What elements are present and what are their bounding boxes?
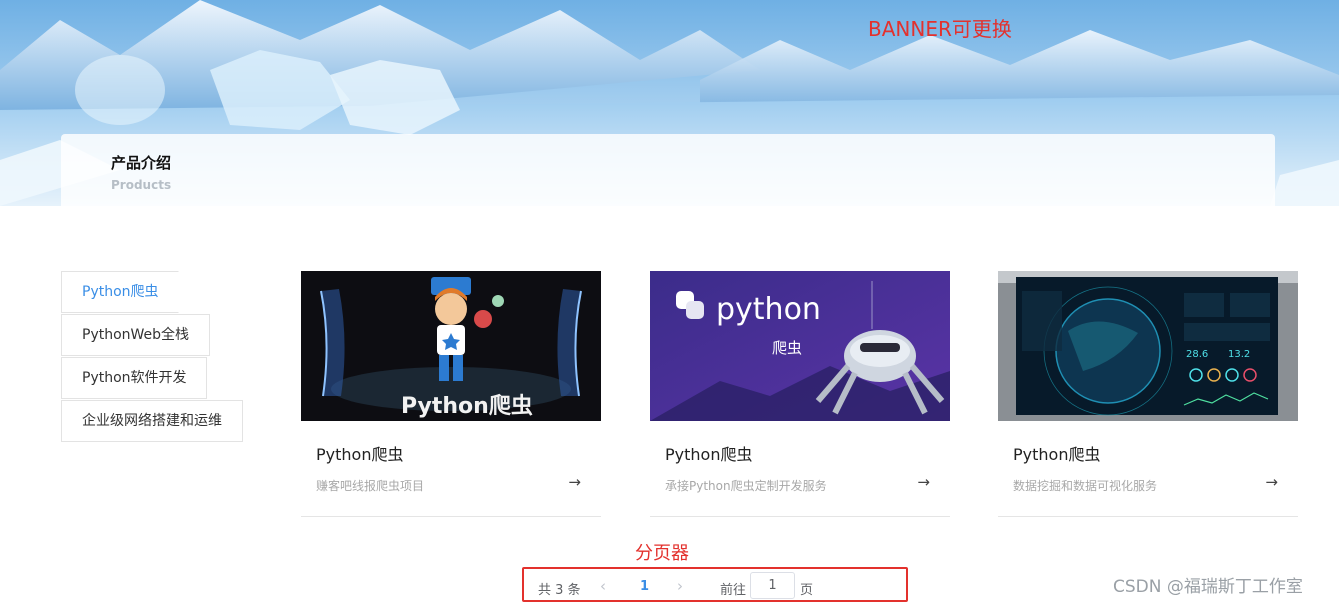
watermark: CSDN @福瑞斯丁工作室 xyxy=(1113,577,1303,597)
sidebar-item-python-web[interactable]: PythonWeb全栈 xyxy=(61,314,210,356)
page-label: 页 xyxy=(800,583,814,598)
banner-note: BANNER可更换 xyxy=(868,17,1012,41)
product-desc: 赚客吧线报爬虫项目 xyxy=(316,479,425,493)
sidebar-item-python-software[interactable]: Python软件开发 xyxy=(61,357,207,399)
product-desc: 数据挖掘和数据可视化服务 xyxy=(1013,479,1158,493)
pagination: 共 3 条 ‹ 1 › 前往 页 xyxy=(522,567,908,602)
arrow-right-icon[interactable]: → xyxy=(917,473,930,491)
product-image-subtext: 爬虫 xyxy=(772,339,802,357)
sidebar-item-python-spider[interactable]: Python爬虫 xyxy=(61,271,179,313)
sidebar-item-network-ops[interactable]: 企业级网络搭建和运维 xyxy=(61,400,243,442)
arrow-right-icon[interactable]: → xyxy=(568,473,581,491)
page-number-current[interactable]: 1 xyxy=(640,579,649,594)
product-image: Python爬虫 xyxy=(301,271,601,421)
section-title-panel: 产品介绍 Products xyxy=(61,134,1275,206)
product-desc: 承接Python爬虫定制开发服务 xyxy=(665,479,827,493)
banner: BANNER可更换 产品介绍 Products xyxy=(0,0,1339,206)
pagination-total: 共 3 条 xyxy=(538,583,581,598)
product-title: Python爬虫 xyxy=(1013,445,1101,464)
pagination-note: 分页器 xyxy=(635,543,689,564)
product-image-text: python xyxy=(716,292,821,327)
section-title: 产品介绍 xyxy=(111,154,172,172)
section-subtitle: Products xyxy=(111,178,172,192)
product-image: 28.6 13.2 xyxy=(998,271,1298,421)
product-card[interactable]: python 爬虫 Python爬虫 承接Python爬虫定制开发服务 → xyxy=(650,271,950,517)
product-image: python 爬虫 xyxy=(650,271,950,421)
chevron-left-icon[interactable]: ‹ xyxy=(600,577,606,595)
product-card[interactable]: Python爬虫 Python爬虫 赚客吧线报爬虫项目 → xyxy=(301,271,601,517)
product-title: Python爬虫 xyxy=(316,445,404,464)
goto-page-input[interactable] xyxy=(750,572,795,599)
chevron-right-icon[interactable]: › xyxy=(677,577,683,595)
product-title: Python爬虫 xyxy=(665,445,753,464)
arrow-right-icon[interactable]: → xyxy=(1265,473,1278,491)
dashboard-value: 28.6 xyxy=(1186,349,1208,360)
product-card[interactable]: 28.6 13.2 Python爬虫 数据挖掘和数据可视化服务 → xyxy=(998,271,1298,517)
dashboard-value: 13.2 xyxy=(1228,349,1250,360)
goto-label: 前往 xyxy=(720,583,747,598)
product-image-text: Python爬虫 xyxy=(401,393,533,419)
